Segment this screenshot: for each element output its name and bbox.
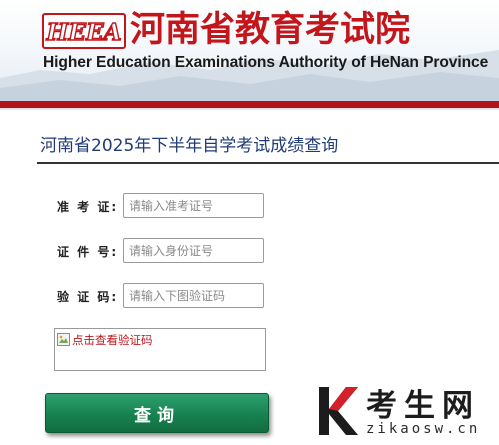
broken-image-icon <box>57 333 70 346</box>
header-divider <box>0 101 499 108</box>
site-title-cn: 河南省教育考试院 <box>130 10 411 50</box>
watermark: 考生网 zikaosw.cn <box>312 381 499 445</box>
watermark-k-logo <box>319 387 358 435</box>
watermark-cn: 考生网 <box>366 388 480 424</box>
watermark-en: zikaosw.cn <box>366 421 481 437</box>
admission-number-input[interactable] <box>123 193 264 218</box>
page-title: 河南省2025年下半年自学考试成绩查询 <box>40 136 339 156</box>
admission-number-label: 准 考 证: <box>57 200 119 214</box>
title-underline <box>37 162 499 164</box>
captcha-image[interactable]: 点击查看验证码 <box>54 328 266 371</box>
site-title-en: Higher Education Examinations Authority … <box>43 54 489 71</box>
captcha-input[interactable] <box>123 283 264 308</box>
captcha-label: 验 证 码: <box>57 290 119 304</box>
logo-text: HEEA <box>46 19 122 46</box>
header-divider-shadow <box>0 108 499 111</box>
heea-logo: HEEA <box>42 13 126 49</box>
captcha-image-placeholder[interactable]: 点击查看验证码 <box>57 332 153 348</box>
captcha-alt-text[interactable]: 点击查看验证码 <box>72 332 153 348</box>
site-header: HEEA 河南省教育考试院 Higher Education Examinati… <box>0 0 499 108</box>
id-number-label: 证 件 号: <box>57 245 119 259</box>
id-number-input[interactable] <box>123 238 264 263</box>
query-button[interactable]: 查询 <box>45 393 269 433</box>
